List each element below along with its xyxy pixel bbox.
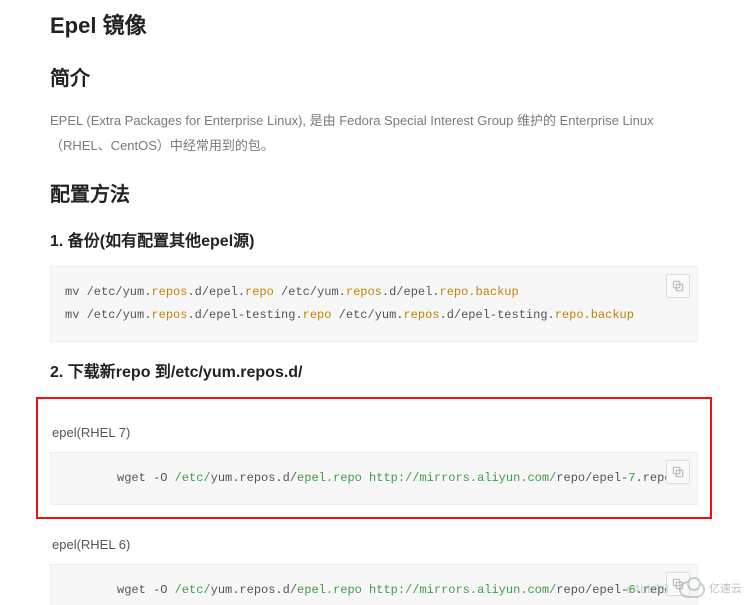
- copy-icon: [671, 465, 685, 479]
- config-heading: 配置方法: [50, 179, 698, 211]
- intro-paragraph: EPEL (Extra Packages for Enterprise Linu…: [50, 109, 698, 158]
- step1-code-block: mv /etc/yum.repos.d/epel.repo /etc/yum.r…: [50, 266, 698, 342]
- code-seg: repos: [151, 285, 187, 299]
- page-container: Epel 镜像 简介 EPEL (Extra Packages for Ente…: [0, 0, 748, 605]
- code-seg: /etc/: [175, 471, 211, 485]
- code-seg: 7: [628, 471, 635, 485]
- code-seg: repo: [303, 308, 332, 322]
- code-seg: repos: [346, 285, 382, 299]
- code-seg: .d/epel.: [382, 285, 440, 299]
- epel6-code-wrap: wget -O /etc/yum.repos.d/epel.repo http:…: [50, 564, 698, 605]
- code-seg: mv /etc/yum.: [65, 285, 151, 299]
- epel7-code-wrap: wget -O /etc/yum.repos.d/epel.repo http:…: [50, 452, 698, 505]
- code-seg: .d/epel-testing.: [187, 308, 302, 322]
- code-seg: wget -O: [117, 471, 175, 485]
- epel6-code-block: wget -O /etc/yum.repos.d/epel.repo http:…: [50, 564, 698, 605]
- code-seg: /etc/yum.: [274, 285, 346, 299]
- epel7-highlight-box: epel(RHEL 7) wget -O /etc/yum.repos.d/ep…: [36, 397, 712, 519]
- code-seg: epel.repo http://mirrors.aliyun.com/: [297, 583, 556, 597]
- code-seg: 6: [628, 583, 635, 597]
- code-seg: yum.repos.d/: [211, 471, 297, 485]
- step2-heading: 2. 下载新repo 到/etc/yum.repos.d/: [50, 360, 698, 386]
- code-seg: /etc/yum.: [331, 308, 403, 322]
- code-seg: repos: [151, 308, 187, 322]
- code-seg: repo.backup: [440, 285, 519, 299]
- code-seg: repo: [245, 285, 274, 299]
- code-seg: .d/epel-testing.: [440, 308, 555, 322]
- code-seg: mv /etc/yum.: [65, 308, 151, 322]
- copy-icon: [671, 577, 685, 591]
- code-seg: repo/epel-: [556, 583, 628, 597]
- code-seg: /etc/: [175, 583, 211, 597]
- document-body: Epel 镜像 简介 EPEL (Extra Packages for Ente…: [0, 8, 748, 605]
- page-title: Epel 镜像: [50, 8, 698, 43]
- code-seg: repo/epel-: [556, 471, 628, 485]
- code-seg: yum.repos.d/: [211, 583, 297, 597]
- code-seg: repos: [403, 308, 439, 322]
- code-seg: .d/epel.: [187, 285, 245, 299]
- step1-code-wrap: mv /etc/yum.repos.d/epel.repo /etc/yum.r…: [50, 266, 698, 342]
- code-seg: repo.backup: [555, 308, 634, 322]
- epel6-label: epel(RHEL 6): [52, 535, 698, 556]
- code-seg: wget -O: [117, 583, 175, 597]
- copy-icon: [671, 279, 685, 293]
- step1-heading: 1. 备份(如有配置其他epel源): [50, 229, 698, 255]
- code-seg: epel.repo http://mirrors.aliyun.com/: [297, 471, 556, 485]
- intro-heading: 简介: [50, 63, 698, 95]
- epel7-code-block: wget -O /etc/yum.repos.d/epel.repo http:…: [50, 452, 698, 505]
- copy-button[interactable]: [666, 274, 690, 298]
- epel7-label: epel(RHEL 7): [52, 423, 698, 444]
- copy-button[interactable]: [666, 572, 690, 596]
- copy-button[interactable]: [666, 460, 690, 484]
